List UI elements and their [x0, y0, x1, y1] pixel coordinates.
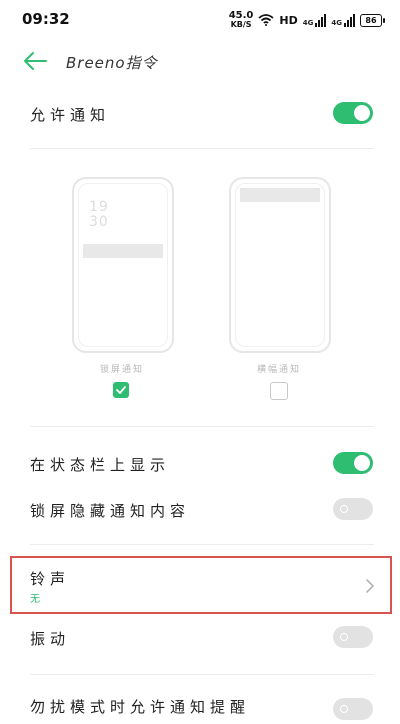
dnd-allow-label: 勿扰模式时允许通知提醒: [30, 698, 251, 716]
hide-lock-content-label: 锁屏隐藏通知内容: [30, 502, 191, 520]
banner-caption: 横幅通知: [257, 365, 302, 375]
banner-preview[interactable]: [229, 177, 331, 353]
back-arrow-icon[interactable]: [22, 50, 48, 72]
status-time: 09:32: [22, 10, 70, 28]
page-title: Breeno指令: [66, 54, 158, 72]
dnd-allow-row[interactable]: 勿扰模式时允许通知提醒: [0, 694, 400, 724]
signal-icon-2: 4G: [331, 13, 355, 27]
battery-level: 86: [365, 15, 377, 25]
preview-notification-bar: [83, 244, 163, 258]
hide-lock-content-row[interactable]: 锁屏隐藏通知内容: [0, 496, 400, 526]
divider: [30, 426, 374, 427]
divider: [30, 674, 374, 675]
dnd-allow-toggle[interactable]: [333, 698, 373, 720]
status-icons: 45.0 KB/S HD 4G 4G 86: [229, 11, 385, 29]
show-on-status-bar-row[interactable]: 在状态栏上显示: [0, 450, 400, 480]
allow-notifications-row[interactable]: 允许通知: [0, 100, 400, 130]
preview-clock: 19 30: [89, 199, 109, 230]
lock-screen-caption: 锁屏通知: [100, 365, 145, 375]
banner-checkbox[interactable]: [270, 382, 288, 400]
vibrate-row[interactable]: 振动: [0, 624, 400, 654]
header: Breeno指令: [0, 40, 400, 84]
signal-icon-1: 4G: [303, 13, 327, 27]
allow-notifications-label: 允许通知: [30, 106, 111, 124]
check-icon: [116, 386, 126, 394]
divider: [30, 148, 374, 149]
hide-lock-content-toggle[interactable]: [333, 498, 373, 520]
vibrate-label: 振动: [30, 630, 71, 648]
status-bar: 09:32 45.0 KB/S HD 4G 4G 86: [0, 0, 400, 38]
vibrate-toggle[interactable]: [333, 626, 373, 648]
preview-banner-bar: [240, 188, 320, 202]
ringtone-label: 铃声: [30, 570, 71, 588]
network-speed-unit: KB/S: [230, 20, 252, 29]
lock-screen-checkbox[interactable]: [113, 382, 129, 398]
wifi-icon: [258, 14, 274, 26]
lock-screen-preview[interactable]: 19 30: [72, 177, 174, 353]
network-speed: 45.0 KB/S: [229, 11, 254, 29]
allow-notifications-toggle[interactable]: [333, 102, 373, 124]
show-on-status-bar-toggle[interactable]: [333, 452, 373, 474]
ringtone-row[interactable]: 铃声 无: [0, 566, 400, 606]
battery-icon: 86: [360, 13, 385, 27]
hd-indicator: HD: [279, 13, 298, 27]
chevron-right-icon: [366, 579, 374, 593]
show-on-status-bar-label: 在状态栏上显示: [30, 456, 171, 474]
divider: [30, 544, 374, 545]
ringtone-value: 无: [30, 594, 40, 605]
